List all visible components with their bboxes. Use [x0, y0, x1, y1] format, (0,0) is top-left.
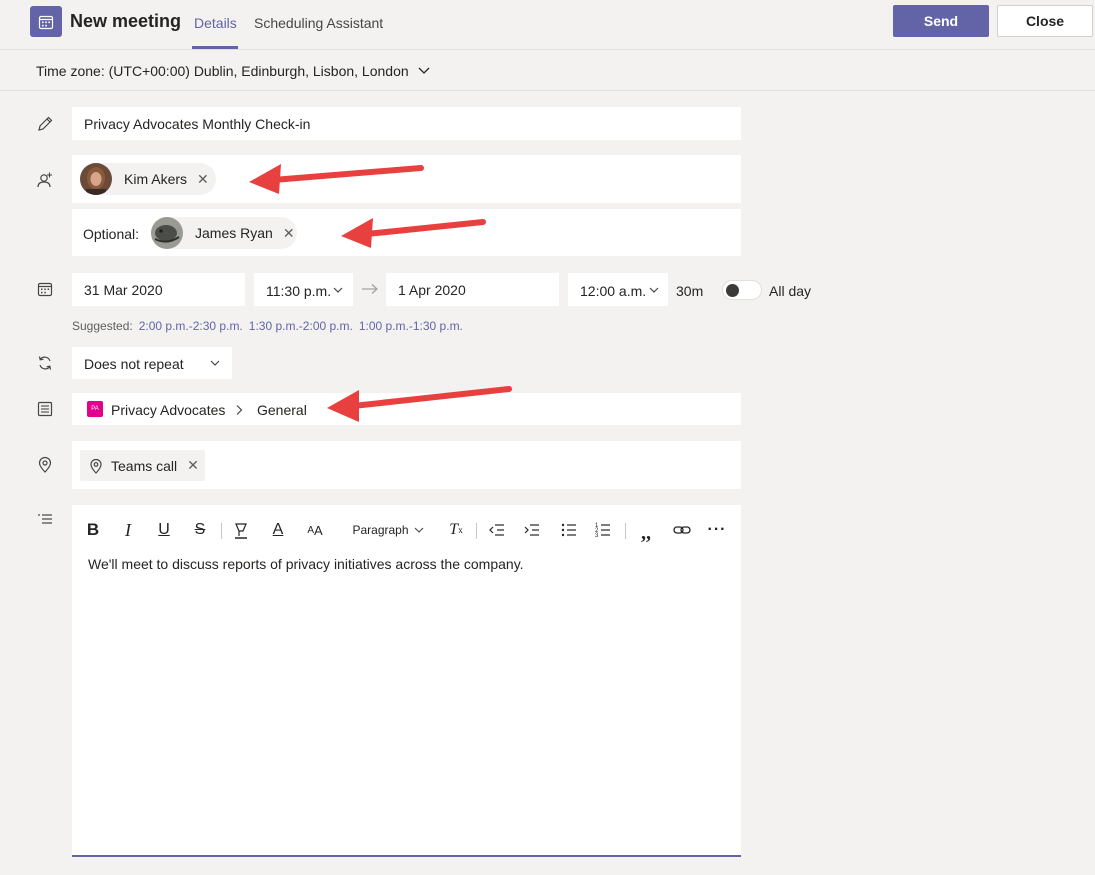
location-field[interactable]: Teams call ✕	[72, 441, 741, 489]
description-editor[interactable]: B I U S A AA Paragraph Tx 1 2 3 ,, ··· W…	[72, 505, 741, 857]
italic-icon[interactable]: I	[119, 519, 137, 541]
avatar	[151, 217, 183, 249]
repeat-icon	[38, 356, 52, 370]
suggested-time-link[interactable]: 1:30 p.m.-2:00 p.m.	[249, 319, 353, 333]
remove-attendee-icon[interactable]: ✕	[197, 171, 209, 188]
details-list-icon	[38, 514, 52, 524]
location-pin-icon	[38, 456, 52, 473]
end-time-dropdown[interactable]: 12:00 a.m.	[568, 273, 668, 306]
header: New meeting Details Scheduling Assistant…	[0, 0, 1095, 50]
suggested-time-link[interactable]: 1:00 p.m.-1:30 p.m.	[359, 319, 463, 333]
channel-name: General	[257, 402, 307, 418]
active-tab-indicator	[192, 46, 238, 49]
end-date-text: 1 Apr 2020	[398, 282, 466, 298]
all-day-toggle[interactable]	[722, 280, 762, 300]
highlight-icon[interactable]	[232, 519, 250, 541]
chevron-down-icon	[333, 287, 343, 293]
font-color-icon[interactable]: A	[269, 519, 287, 541]
suggested-time-link[interactable]: 2:00 p.m.-2:30 p.m.	[139, 319, 243, 333]
chevron-down-icon	[418, 67, 430, 74]
annotation-arrow	[327, 386, 512, 422]
attendee-name: Kim Akers	[124, 171, 188, 187]
location-pin-icon	[90, 458, 102, 474]
quote-icon[interactable]: ,,	[637, 519, 655, 544]
avatar	[80, 163, 112, 195]
location-text: Teams call	[111, 457, 178, 474]
timezone-label: Time zone: (UTC+00:00) Dublin, Edinburgh…	[36, 63, 409, 79]
end-time-text: 12:00 a.m.	[580, 283, 647, 299]
channel-icon	[37, 401, 53, 417]
start-date-text: 31 Mar 2020	[84, 282, 163, 298]
chevron-down-icon	[649, 287, 659, 293]
suggested-times: Suggested: 2:00 p.m.-2:30 p.m. 1:30 p.m.-2…	[72, 319, 463, 333]
end-date-picker[interactable]: 1 Apr 2020	[386, 273, 559, 306]
repeat-dropdown[interactable]: Does not repeat	[72, 347, 232, 379]
chevron-down-icon	[414, 527, 423, 533]
annotation-arrow	[341, 218, 486, 248]
timezone-selector[interactable]: Time zone: (UTC+00:00) Dublin, Edinburgh…	[36, 63, 431, 79]
toggle-knob	[726, 284, 739, 297]
increase-indent-icon[interactable]	[523, 519, 541, 541]
toolbar-divider	[476, 523, 477, 539]
calendar-app-icon	[30, 6, 62, 37]
paragraph-label: Paragraph	[352, 523, 409, 537]
suggested-label: Suggested:	[72, 319, 133, 333]
attendee-pill: James Ryan ✕	[151, 217, 297, 249]
toolbar-divider	[221, 523, 222, 539]
all-day-label: All day	[769, 283, 812, 299]
start-time-text: 11:30 p.m.	[266, 283, 332, 299]
calendar-icon	[37, 282, 53, 297]
start-date-picker[interactable]: 31 Mar 2020	[72, 273, 245, 306]
chevron-right-icon	[236, 405, 243, 415]
description-text: We'll meet to discuss reports of privacy…	[88, 556, 524, 572]
svg-text:3: 3	[595, 533, 599, 539]
chevron-down-icon	[210, 360, 220, 366]
paragraph-dropdown[interactable]: Paragraph	[352, 519, 424, 541]
close-button[interactable]: Close	[997, 5, 1093, 37]
tab-details[interactable]: Details	[194, 15, 237, 31]
remove-location-icon[interactable]: ✕	[187, 457, 199, 474]
tab-scheduling-assistant[interactable]: Scheduling Assistant	[254, 15, 383, 31]
numbered-list-icon[interactable]: 1 2 3	[594, 519, 612, 541]
annotation-arrow	[249, 164, 424, 194]
start-time-dropdown[interactable]: 11:30 p.m.	[254, 273, 353, 306]
attendee-pill: Kim Akers ✕	[80, 163, 216, 195]
team-name: Privacy Advocates	[111, 402, 226, 418]
meeting-title-text: Privacy Advocates Monthly Check-in	[84, 116, 311, 132]
pencil-icon	[38, 116, 53, 131]
link-icon[interactable]	[672, 519, 692, 541]
more-options-icon[interactable]: ···	[708, 519, 726, 541]
team-badge: PA	[87, 401, 103, 417]
remove-attendee-icon[interactable]: ✕	[283, 225, 295, 242]
font-size-icon[interactable]: AA	[304, 519, 326, 541]
optional-label: Optional:	[83, 226, 140, 242]
duration-label: 30m	[676, 283, 704, 299]
underline-icon[interactable]: U	[155, 519, 173, 541]
bold-icon[interactable]: B	[84, 519, 102, 541]
page-title: New meeting	[70, 11, 182, 31]
clear-formatting-icon[interactable]: Tx	[447, 519, 465, 541]
strikethrough-icon[interactable]: S	[191, 519, 209, 541]
arrow-right-icon	[362, 284, 378, 294]
toolbar-divider	[625, 523, 626, 539]
decrease-indent-icon[interactable]	[488, 519, 506, 541]
send-button[interactable]: Send	[893, 5, 989, 37]
bulleted-list-icon[interactable]	[560, 519, 578, 541]
attendee-name: James Ryan	[195, 225, 273, 241]
meeting-title-input[interactable]: Privacy Advocates Monthly Check-in	[72, 107, 741, 140]
divider	[0, 90, 1095, 91]
repeat-text: Does not repeat	[84, 356, 184, 372]
add-attendee-icon	[37, 172, 52, 188]
location-pill: Teams call ✕	[80, 450, 205, 481]
